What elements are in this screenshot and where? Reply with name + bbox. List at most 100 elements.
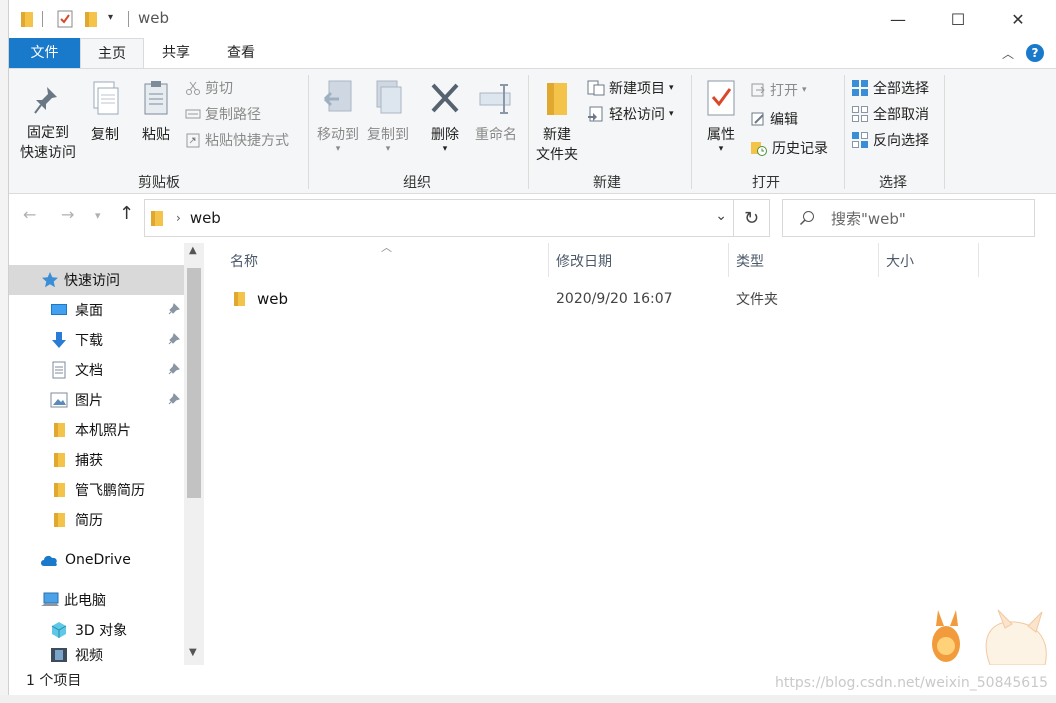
- nav-item-resume[interactable]: 简历: [9, 505, 184, 535]
- copy-path-button[interactable]: 复制路径: [185, 103, 261, 125]
- tab-view[interactable]: 查看: [209, 38, 273, 68]
- pin-to-quick-access-button[interactable]: 固定到 快速访问: [15, 83, 81, 163]
- nav-item-resume-guan[interactable]: 管飞鹏简历: [9, 475, 184, 505]
- nav-label: 桌面: [75, 303, 103, 319]
- nav-onedrive[interactable]: OneDrive: [9, 545, 184, 575]
- new-folder-button[interactable]: 新建 文件夹: [531, 79, 583, 165]
- file-name-cell[interactable]: web: [230, 285, 288, 313]
- open-label: 打开: [770, 83, 798, 99]
- invert-selection-icon: [852, 132, 868, 148]
- quick-access-dropdown-icon[interactable]: ▾: [108, 12, 113, 23]
- nav-this-pc[interactable]: 此电脑: [9, 585, 184, 615]
- pin-icon[interactable]: [168, 363, 180, 379]
- nav-item-local-photos[interactable]: 本机照片: [9, 415, 184, 445]
- nav-item-captures[interactable]: 捕获: [9, 445, 184, 475]
- search-input[interactable]: 搜索"web": [782, 199, 1035, 237]
- up-arrow-icon[interactable]: ↑: [119, 203, 134, 224]
- paste-button[interactable]: 粘贴: [133, 79, 179, 145]
- nav-item-desktop[interactable]: 桌面: [9, 295, 184, 325]
- new-folder-quick-icon[interactable]: [84, 10, 98, 32]
- search-placeholder: 搜索"web": [831, 209, 906, 228]
- column-divider[interactable]: [548, 243, 549, 277]
- scroll-down-icon[interactable]: ▼: [189, 647, 197, 658]
- folder-icon: [54, 483, 65, 497]
- computer-icon: [41, 592, 59, 606]
- column-header-size[interactable]: 大小: [886, 243, 914, 279]
- delete-button[interactable]: 删除 ▾: [423, 79, 467, 154]
- ribbon: 固定到 快速访问 复制 粘贴 剪切 复制路径 粘贴快捷方式 剪贴板 移动到 ▾ …: [9, 68, 1056, 194]
- cut-button[interactable]: 剪切: [185, 77, 233, 99]
- maximize-button[interactable]: ☐: [929, 0, 987, 38]
- column-header-type[interactable]: 类型: [736, 243, 764, 279]
- nav-item-pictures[interactable]: 图片: [9, 385, 184, 415]
- nav-quick-access[interactable]: 快速访问: [9, 265, 184, 295]
- scroll-thumb[interactable]: [187, 268, 201, 498]
- nav-scrollbar[interactable]: ▲ ▼: [184, 243, 204, 665]
- column-header-name[interactable]: 名称: [230, 243, 258, 279]
- nav-3d-objects[interactable]: 3D 对象: [9, 615, 184, 645]
- pin-icon[interactable]: [168, 333, 180, 349]
- separator: [128, 11, 129, 27]
- easy-access-button[interactable]: 轻松访问 ▾: [587, 103, 674, 125]
- properties-quick-icon[interactable]: [57, 10, 73, 32]
- tab-home[interactable]: 主页: [80, 38, 144, 69]
- paste-icon: [144, 81, 168, 115]
- copy-to-label: 复制到: [367, 127, 409, 143]
- address-bar[interactable]: › web ⌄: [144, 199, 734, 237]
- column-divider[interactable]: [878, 243, 879, 277]
- picture-icon: [50, 392, 68, 408]
- cut-label: 剪切: [205, 81, 233, 97]
- column-header-modified[interactable]: 修改日期: [556, 243, 612, 279]
- nav-item-documents[interactable]: 文档: [9, 355, 184, 385]
- cube-icon: [51, 622, 67, 638]
- organize-group-label: 组织: [403, 175, 431, 191]
- column-divider[interactable]: [728, 243, 729, 277]
- collapse-ribbon-icon[interactable]: ︿: [1002, 45, 1014, 62]
- group-separator: [691, 75, 692, 189]
- refresh-button[interactable]: ↻: [734, 199, 770, 237]
- forward-arrow-icon[interactable]: →: [61, 205, 74, 224]
- folder-icon: [234, 292, 245, 306]
- open-button[interactable]: 打开 ▾: [750, 79, 807, 101]
- search-icon: [799, 211, 814, 226]
- delete-icon: [431, 83, 459, 113]
- breadcrumb-chevron-icon[interactable]: ›: [176, 211, 181, 225]
- nav-videos[interactable]: 视频: [9, 645, 184, 665]
- scroll-up-icon[interactable]: ▲: [189, 245, 197, 256]
- document-icon: [52, 361, 66, 379]
- tab-share[interactable]: 共享: [146, 38, 206, 68]
- select-group-label: 选择: [879, 175, 907, 191]
- rename-button[interactable]: 重命名: [471, 79, 521, 145]
- paste-shortcut-button[interactable]: 粘贴快捷方式: [185, 129, 289, 151]
- group-separator: [844, 75, 845, 189]
- nav-item-downloads[interactable]: 下载: [9, 325, 184, 355]
- table-row[interactable]: web 2020/9/20 16:07 文件夹: [204, 285, 984, 313]
- minimize-button[interactable]: —: [869, 0, 927, 38]
- new-item-button[interactable]: 新建项目 ▾: [587, 77, 674, 99]
- copy-button[interactable]: 复制: [83, 79, 127, 145]
- download-arrow-icon: [52, 332, 66, 348]
- history-button[interactable]: 历史记录: [750, 137, 828, 159]
- paste-label: 粘贴: [142, 127, 170, 143]
- close-button[interactable]: ✕: [989, 0, 1047, 38]
- easy-access-icon: [588, 106, 603, 122]
- edit-icon: [751, 112, 764, 126]
- film-icon: [51, 648, 67, 662]
- back-arrow-icon[interactable]: ←: [23, 205, 36, 224]
- address-history-chevron-icon[interactable]: ⌄: [715, 208, 727, 224]
- pin-icon[interactable]: [168, 303, 180, 319]
- column-divider[interactable]: [978, 243, 979, 277]
- edit-button[interactable]: 编辑: [750, 108, 798, 130]
- copy-to-button[interactable]: 复制到 ▾: [363, 79, 413, 154]
- help-icon[interactable]: ?: [1026, 44, 1044, 62]
- breadcrumb-web[interactable]: web: [190, 209, 221, 227]
- recent-locations-chevron-icon[interactable]: ▾: [95, 209, 101, 222]
- tab-file[interactable]: 文件: [9, 38, 80, 68]
- select-none-button[interactable]: 全部取消: [851, 103, 929, 125]
- move-to-button[interactable]: 移动到 ▾: [313, 79, 363, 154]
- select-all-button[interactable]: 全部选择: [851, 77, 929, 99]
- properties-button[interactable]: 属性 ▾: [699, 79, 743, 154]
- folder-icon: [20, 10, 34, 32]
- pin-icon[interactable]: [168, 393, 180, 409]
- invert-selection-button[interactable]: 反向选择: [851, 129, 929, 151]
